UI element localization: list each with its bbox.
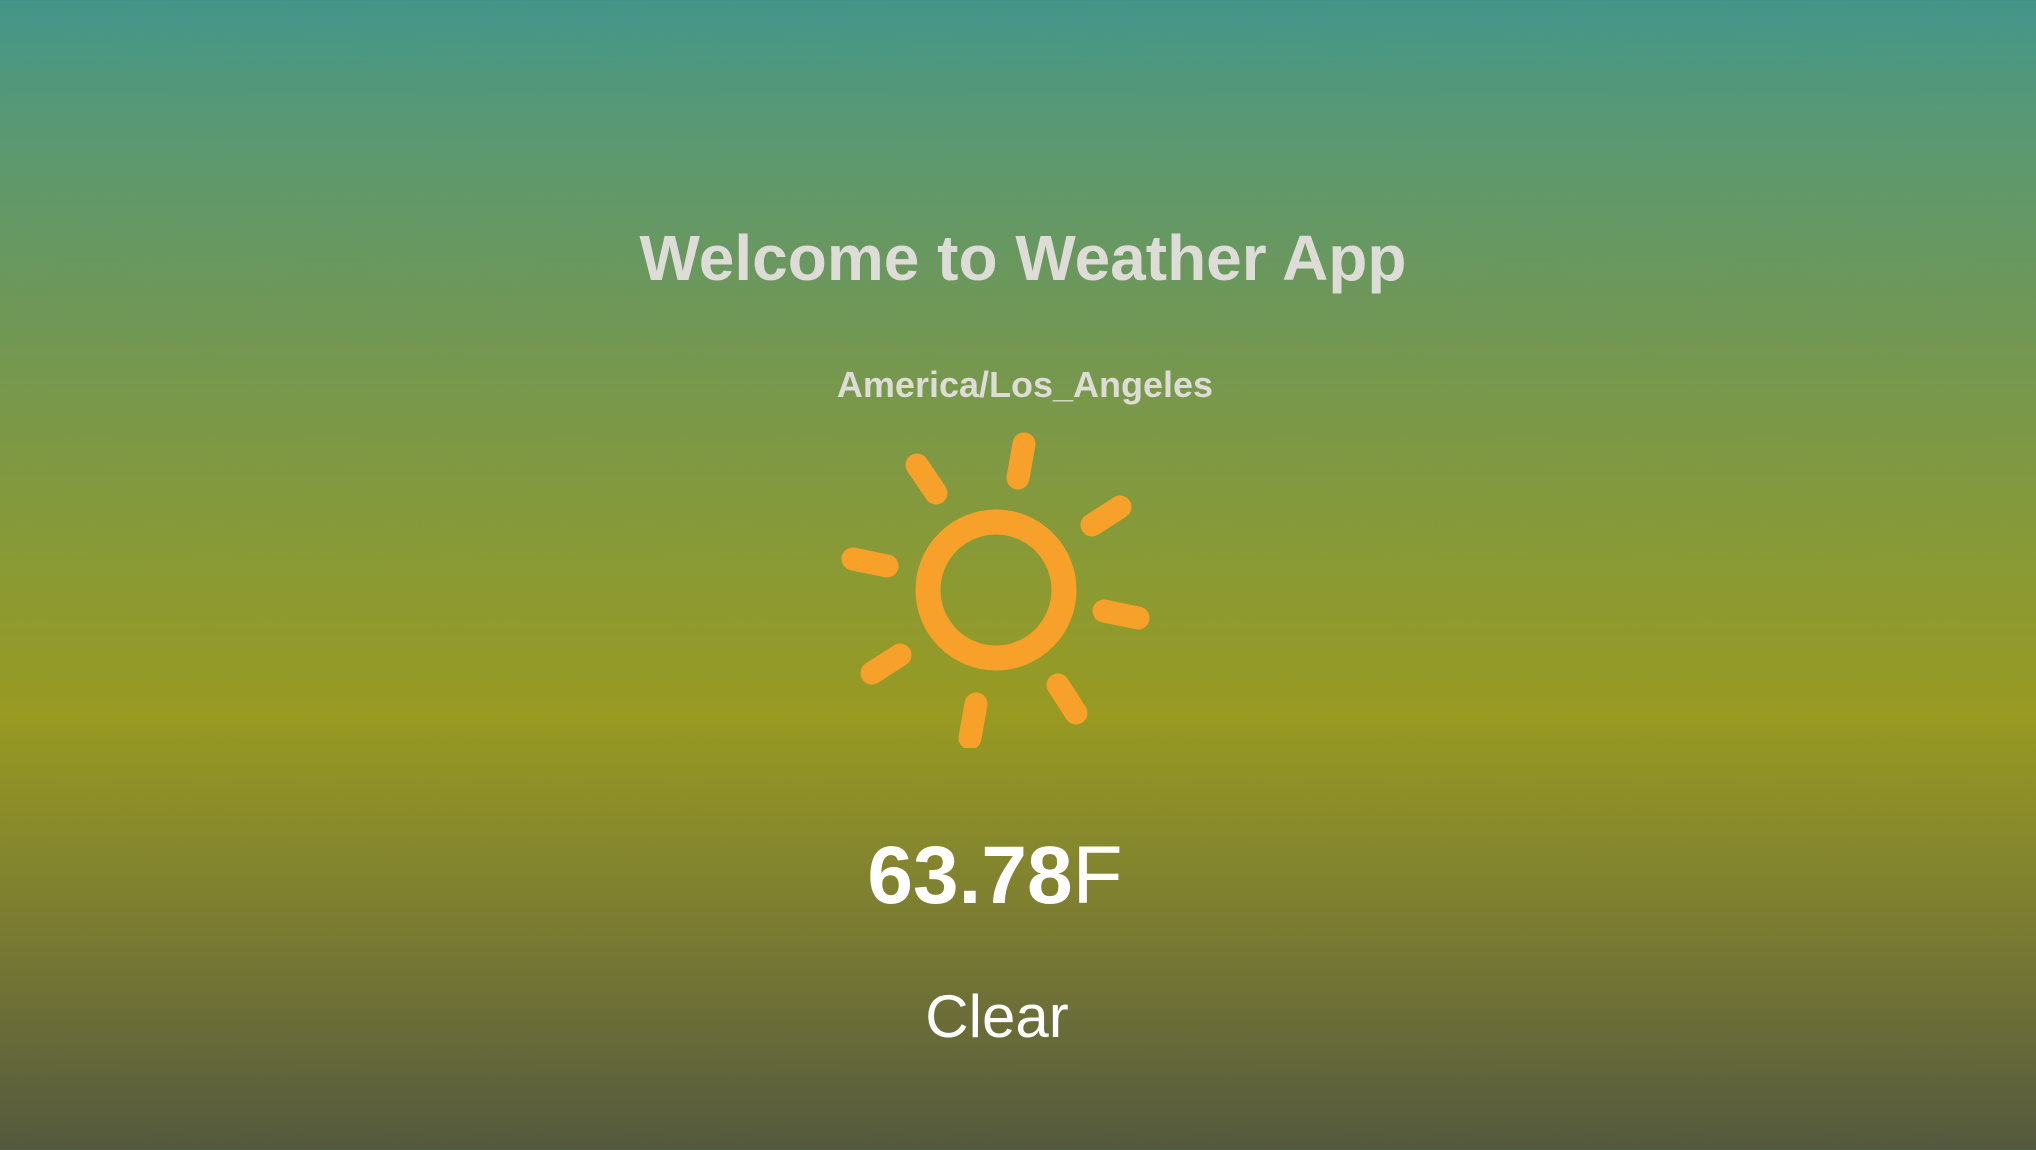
weather-condition: Clear [925,983,1069,1050]
page-title: Welcome to Weather App [639,222,1407,294]
temperature-display: 63.78F [0,830,1990,922]
timezone-label: America/Los_Angeles [836,364,1214,405]
temperature-unit: F [1072,830,1123,921]
weather-app: Welcome to Weather App America/Los_Angel… [0,0,2036,1150]
temperature-value: 63.78 [867,830,1073,921]
sun-icon [836,428,1156,750]
